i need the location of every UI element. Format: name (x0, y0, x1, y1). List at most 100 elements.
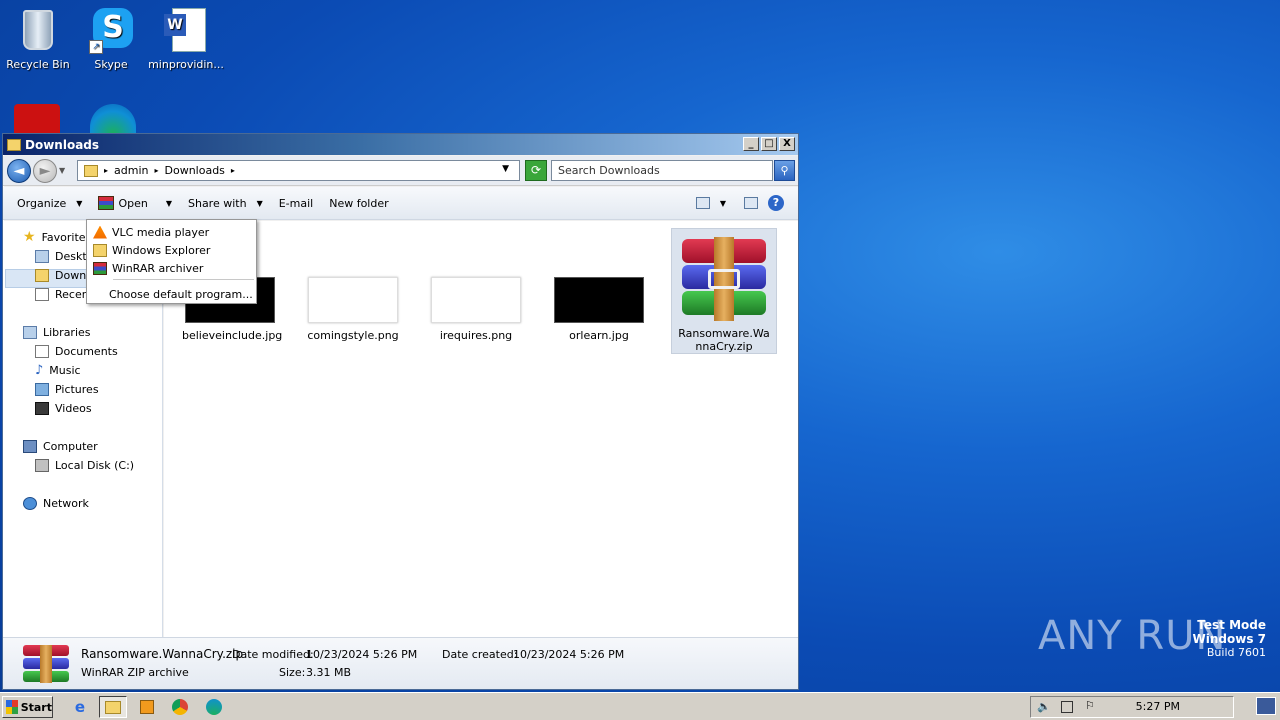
nav-item-documents[interactable]: Documents (35, 345, 118, 358)
file-explorer-taskbar-icon[interactable] (99, 696, 127, 718)
documents-icon (35, 345, 49, 358)
nav-item-recent[interactable]: Recent (35, 288, 93, 301)
search-input[interactable]: Search Downloads (551, 160, 773, 181)
recycle-bin-icon (14, 6, 62, 54)
breadcrumb-admin[interactable]: admin (114, 164, 148, 177)
details-size-value: 3.31 MB (306, 666, 352, 679)
start-button[interactable]: Start (2, 696, 53, 718)
open-with-menu: VLC media player Windows Explorer WinRAR… (86, 219, 257, 304)
desktop-icon-label: minprovidin... (148, 58, 224, 71)
file-item[interactable]: comingstyle.png (305, 277, 401, 342)
nav-item-libraries[interactable]: Libraries (23, 326, 91, 339)
chrome-icon[interactable] (166, 696, 194, 718)
change-view-icon[interactable] (695, 197, 710, 209)
volume-icon[interactable]: 🔈 (1037, 700, 1051, 713)
view-options-chevron-icon[interactable]: ▼ (720, 199, 726, 208)
desktop-icon-word-doc[interactable]: W minprovidin... (148, 6, 224, 71)
breadcrumb-downloads[interactable]: Downloads (165, 164, 225, 177)
email-label: E-mail (278, 196, 314, 210)
computer-icon (23, 440, 37, 453)
action-center-flag-icon[interactable]: ⚐ (1085, 699, 1095, 712)
nav-item-computer[interactable]: Computer (23, 440, 98, 453)
title-bar[interactable]: Downloads _ □ X (3, 134, 798, 155)
share-with-button[interactable]: Share with ▼ (188, 197, 263, 210)
desktop-icon-label: Skype (94, 58, 128, 71)
folder-icon (7, 138, 21, 151)
network-tray-icon[interactable] (1061, 701, 1073, 713)
maximize-button[interactable]: □ (761, 137, 777, 151)
refresh-button[interactable]: ⟳ (525, 160, 547, 181)
file-name: comingstyle.png (307, 329, 399, 342)
desktop-icon-recycle-bin[interactable]: Recycle Bin (0, 6, 76, 71)
watermark-line: Test Mode (1197, 618, 1266, 632)
word-document-icon: W (162, 6, 210, 54)
back-button[interactable]: ◄ (7, 158, 31, 183)
breadcrumb-separator-icon[interactable]: ▸ (154, 166, 158, 175)
nav-label: Network (43, 497, 89, 510)
address-dropdown-icon[interactable]: ▼ (502, 164, 509, 174)
nav-item-desktop[interactable]: Deskto (35, 250, 93, 263)
clock[interactable]: 5:27 PM (1136, 700, 1180, 713)
new-folder-button[interactable]: New folder (329, 197, 388, 210)
file-item-selected[interactable]: Ransomware.WannaCry.zip (671, 228, 777, 354)
nav-label: Favorites (41, 231, 92, 244)
menu-item-label: Windows Explorer (112, 243, 211, 257)
nav-item-videos[interactable]: Videos (35, 402, 92, 415)
desktop-icon-label: Recycle Bin (6, 58, 70, 71)
breadcrumb-separator-icon[interactable]: ▸ (231, 166, 235, 175)
forward-button[interactable]: ► (33, 158, 57, 183)
file-item[interactable]: orlearn.jpg (551, 277, 647, 342)
address-field[interactable]: ▸ admin ▸ Downloads ▸ ▼ (77, 160, 520, 181)
menu-item-vlc[interactable]: VLC media player (89, 223, 254, 241)
search-icon[interactable]: ⚲ (774, 160, 795, 181)
preview-pane-icon[interactable] (744, 197, 758, 209)
system-tray: 🔈 ⚐ (1030, 696, 1234, 718)
media-player-icon[interactable] (133, 696, 161, 718)
downloads-folder-icon (35, 269, 49, 282)
help-icon[interactable]: ? (768, 195, 784, 211)
menu-separator (113, 279, 254, 280)
breadcrumb-separator-icon[interactable]: ▸ (104, 166, 108, 175)
file-name: orlearn.jpg (569, 329, 629, 342)
nav-item-pictures[interactable]: Pictures (35, 383, 99, 396)
nav-item-network[interactable]: Network (23, 497, 89, 510)
menu-item-windows-explorer[interactable]: Windows Explorer (89, 241, 254, 259)
open-label: Open (118, 196, 148, 210)
open-button[interactable]: Open ▼ (98, 196, 172, 210)
email-button[interactable]: E-mail (279, 197, 314, 210)
minimize-button[interactable]: _ (743, 137, 759, 151)
nav-item-favorites[interactable]: ★ Favorites (23, 229, 92, 245)
watermark-line: Windows 7 (1192, 632, 1266, 646)
menu-item-label: Choose default program... (109, 287, 253, 301)
skype-icon: S ↗ (87, 6, 135, 54)
details-size-label: Size: (279, 666, 306, 679)
desktop-icon-skype[interactable]: S ↗ Skype (73, 6, 149, 71)
music-icon: ♪ (35, 363, 44, 378)
close-button[interactable]: X (779, 137, 795, 151)
internet-explorer-icon[interactable]: e (66, 696, 94, 718)
vlc-icon (93, 225, 107, 239)
menu-item-label: WinRAR archiver (112, 261, 204, 275)
taskbar: Start e 🔈 ⚐ 5:27 PM (0, 692, 1280, 720)
menu-item-winrar[interactable]: WinRAR archiver (89, 259, 254, 277)
chevron-down-icon: ▼ (256, 198, 263, 208)
address-bar-row: ◄ ► ▼ ▸ admin ▸ Downloads ▸ ▼ ⟳ Search D… (3, 156, 798, 186)
winrar-icon (93, 261, 107, 275)
libraries-icon (23, 326, 37, 339)
nav-label: Local Disk (C:) (55, 459, 135, 472)
window-title: Downloads (25, 137, 100, 152)
nav-item-local-disk[interactable]: Local Disk (C:) (35, 459, 134, 472)
file-item[interactable]: irequires.png (428, 277, 524, 342)
show-desktop-button[interactable] (1256, 697, 1276, 715)
star-icon: ★ (23, 229, 36, 245)
edge-taskbar-icon[interactable] (200, 696, 228, 718)
nav-item-music[interactable]: ♪ Music (35, 364, 81, 377)
details-created-value: 10/23/2024 5:26 PM (513, 648, 625, 661)
organize-button[interactable]: Organize ▼ (17, 197, 82, 210)
menu-item-choose-default[interactable]: Choose default program... (89, 285, 254, 303)
chevron-down-icon[interactable]: ▼ (166, 199, 172, 208)
recent-pages-chevron-icon[interactable]: ▼ (59, 166, 65, 175)
details-filename: Ransomware.WannaCry.zip (81, 647, 244, 661)
acrobat-icon[interactable] (14, 104, 60, 134)
edge-icon[interactable] (90, 104, 136, 134)
